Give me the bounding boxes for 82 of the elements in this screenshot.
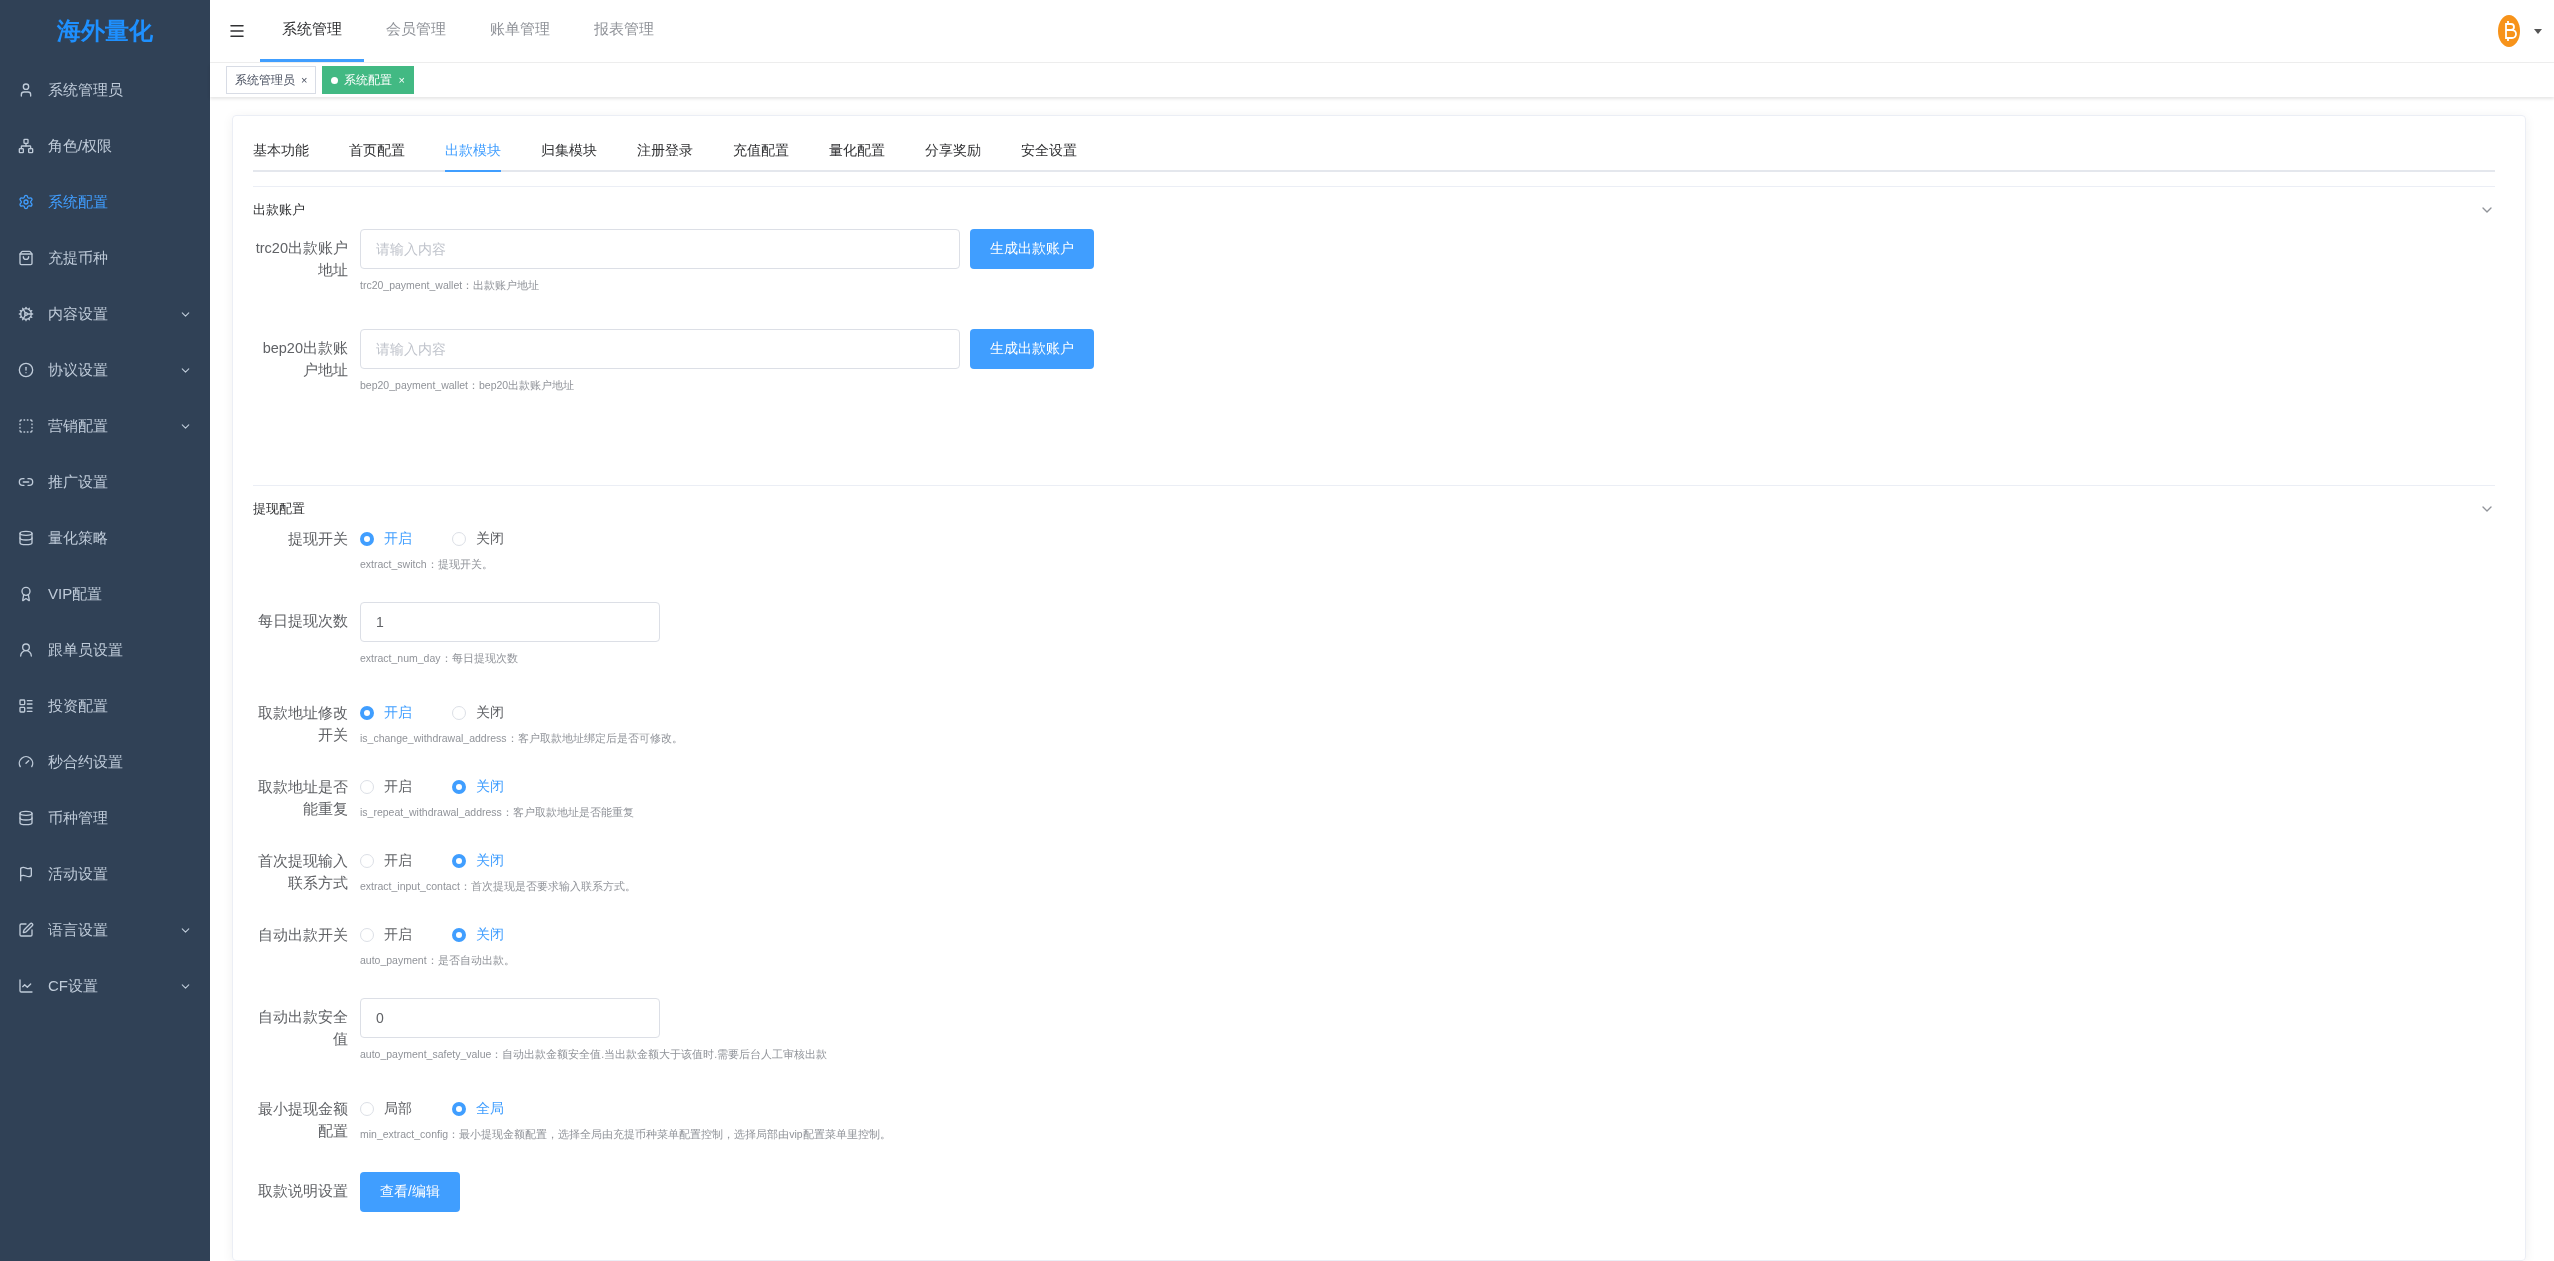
- sidebar-item[interactable]: 系统管理员: [0, 62, 210, 118]
- sidebar-item[interactable]: 内容设置: [0, 286, 210, 342]
- sidebar-item[interactable]: 充提币种: [0, 230, 210, 286]
- sidebar-item[interactable]: 活动设置: [0, 846, 210, 902]
- field-label: 每日提现次数: [257, 612, 348, 631]
- tab[interactable]: 归集模块: [541, 142, 597, 172]
- nav-tab[interactable]: 系统管理: [260, 0, 364, 62]
- field-hint: bep20_payment_wallet：bep20出款账户地址: [360, 379, 575, 393]
- section-title: 出款账户: [253, 201, 305, 219]
- field-label: trc20出款账户地址: [254, 239, 348, 280]
- field-label: 取款地址是否能重复: [257, 778, 348, 819]
- settings-icon: [18, 194, 34, 210]
- square-icon: [18, 418, 34, 434]
- field-label: bep20出款账户地址: [261, 339, 348, 380]
- input-field[interactable]: 1: [360, 602, 660, 642]
- field-label: 首次提现输入联系方式: [257, 852, 348, 893]
- sidebar-item[interactable]: VIP配置: [0, 566, 210, 622]
- tab[interactable]: 注册登录: [637, 142, 693, 172]
- field-hint: min_extract_config：最小提现金额配置，选择全局由充提币种菜单配置控制，选择局部由vip配置菜单里控制。: [360, 1128, 891, 1142]
- field-label: 自动出款安全值: [257, 1008, 348, 1049]
- close-icon[interactable]: ×: [301, 74, 308, 86]
- tab[interactable]: 量化配置: [829, 142, 885, 172]
- sidebar-item[interactable]: 系统配置: [0, 174, 210, 230]
- user-icon: [18, 82, 34, 98]
- page-tag[interactable]: 系统管理员 ×: [226, 66, 317, 94]
- logo: 海外量化: [56, 16, 154, 46]
- sidebar-item[interactable]: 投资配置: [0, 678, 210, 734]
- tab[interactable]: 分享奖励: [925, 142, 981, 172]
- sidebar-item[interactable]: 推广设置: [0, 454, 210, 510]
- radio-option[interactable]: 开启: [360, 924, 412, 946]
- medal-icon: [18, 586, 34, 602]
- input-field[interactable]: 请输入内容: [360, 229, 960, 269]
- sidebar-item[interactable]: 角色/权限: [0, 118, 210, 174]
- edit-icon: [18, 922, 34, 938]
- sidebar-item[interactable]: 语言设置: [0, 902, 210, 958]
- sidebar-item[interactable]: 秒合约设置: [0, 734, 210, 790]
- tab[interactable]: 充值配置: [733, 142, 789, 172]
- sidebar-item[interactable]: CF设置: [0, 958, 210, 1014]
- input-field[interactable]: 请输入内容: [360, 329, 960, 369]
- chart-icon: [18, 978, 34, 994]
- section-title: 提现配置: [253, 500, 305, 518]
- alert-icon: [18, 362, 34, 378]
- flag-icon: [18, 866, 34, 882]
- field-hint: is_change_withdrawal_address：客户取款地址绑定后是否可修改。: [360, 732, 683, 746]
- input-field[interactable]: 0: [360, 998, 660, 1038]
- field-label: 取款说明设置: [257, 1182, 348, 1201]
- field-hint: auto_payment_safety_value：自动出款金额安全值.当出款金额大于该值时.需要后台人工审核出款: [360, 1048, 828, 1062]
- caret-icon[interactable]: [2534, 28, 2542, 34]
- radio-option[interactable]: 开启: [360, 776, 412, 798]
- sidebar-item[interactable]: 协议设置: [0, 342, 210, 398]
- gauge-icon: [18, 754, 34, 770]
- bag-icon: [18, 250, 34, 266]
- field-hint: extract_switch：提现开关。: [360, 558, 493, 572]
- field-hint: trc20_payment_wallet：出款账户地址: [360, 279, 540, 293]
- tab[interactable]: 首页配置: [349, 142, 405, 172]
- field-label: 提现开关: [287, 530, 348, 549]
- gear-icon: [18, 306, 34, 322]
- list-icon: [18, 698, 34, 714]
- field-hint: auto_payment：是否自动出款。: [360, 954, 515, 968]
- field-hint: extract_input_contact：首次提现是否要求输入联系方式。: [360, 880, 636, 894]
- field-hint: is_repeat_withdrawal_address：客户取款地址是否能重复: [360, 806, 634, 820]
- dot-icon: [331, 76, 339, 84]
- field-label: 取款地址修改开关: [257, 704, 348, 745]
- tab[interactable]: 安全设置: [1021, 142, 1077, 172]
- radio-option[interactable]: 关闭: [452, 702, 504, 724]
- radio-option[interactable]: 局部: [360, 1098, 412, 1120]
- bitcoin-avatar-icon[interactable]: [2498, 15, 2520, 47]
- sidebar-item[interactable]: 营销配置: [0, 398, 210, 454]
- field-label: 最小提现金额配置: [257, 1100, 348, 1141]
- database-icon: [18, 810, 34, 826]
- sidebar-item[interactable]: 币种管理: [0, 790, 210, 846]
- field-label: 自动出款开关: [257, 926, 348, 945]
- tab[interactable]: 基本功能: [253, 142, 309, 172]
- radio-option[interactable]: 开启: [360, 850, 412, 872]
- hierarchy-icon: [18, 138, 34, 154]
- sidebar-item[interactable]: 跟单员设置: [0, 622, 210, 678]
- menu-icon[interactable]: [228, 22, 246, 40]
- radio-option[interactable]: 关闭: [452, 528, 504, 550]
- field-hint: extract_num_day：每日提现次数: [360, 652, 518, 666]
- person-icon: [18, 642, 34, 658]
- database-icon: [18, 530, 34, 546]
- sidebar-item[interactable]: 量化策略: [0, 510, 210, 566]
